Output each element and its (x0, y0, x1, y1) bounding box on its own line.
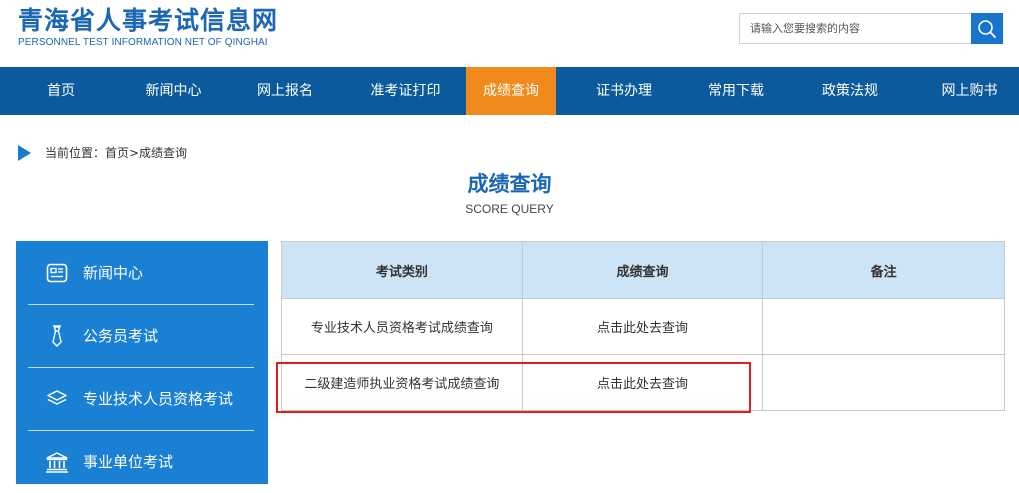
institution-icon (44, 450, 70, 474)
nav-item-policies[interactable]: 政策法规 (780, 67, 920, 115)
sidebar-item-label: 事业单位考试 (83, 453, 174, 471)
col-header-category: 考试类别 (281, 241, 523, 299)
nav-item-news[interactable]: 新闻中心 (122, 67, 225, 115)
sidebar-item-professional-qualification[interactable]: 专业技术人员资格考试 (16, 367, 268, 430)
search-input[interactable] (740, 14, 971, 43)
nav-item-certificate[interactable]: 证书办理 (556, 67, 692, 115)
header: 青海省人事考试信息网 PERSONNEL TEST INFORMATION NE… (0, 0, 1019, 67)
nav-item-buy-books[interactable]: 网上购书 (920, 67, 1019, 115)
table-row: 专业技术人员资格考试成绩查询 点击此处去查询 (281, 298, 1005, 355)
page-title: 成绩查询 (467, 172, 552, 196)
table-header-row: 考试类别 成绩查询 备注 (281, 241, 1005, 299)
row-query-link[interactable]: 点击此处去查询 (521, 354, 764, 411)
score-query-table: 考试类别 成绩查询 备注 专业技术人员资格考试成绩查询 点击此处去查询 二级建造… (281, 241, 1005, 411)
site-title: 青海省人事考试信息网 (18, 6, 279, 35)
breadcrumb-arrow-icon (18, 144, 31, 161)
search-button[interactable] (971, 13, 1003, 44)
sidebar-item-label: 专业技术人员资格考试 (83, 390, 234, 408)
main-nav: 首页 新闻中心 网上报名 准考证打印 成绩查询 证书办理 常用下载 政策法规 网… (0, 67, 1019, 115)
sidebar-item-civil-servant[interactable]: 公务员考试 (16, 304, 268, 367)
nav-item-home[interactable]: 首页 (0, 67, 122, 115)
table-row: 二级建造师执业资格考试成绩查询 点击此处去查询 (281, 354, 1005, 411)
breadcrumb-text: 当前位置：首页>成绩查询 (45, 146, 188, 160)
page-subtitle: SCORE QUERY (465, 202, 554, 216)
row-category: 二级建造师执业资格考试成绩查询 (281, 354, 523, 411)
layers-icon (44, 387, 70, 411)
row-note (762, 354, 1005, 411)
row-category: 专业技术人员资格考试成绩查询 (281, 298, 523, 355)
nav-item-score-query[interactable]: 成绩查询 (466, 67, 556, 115)
site-logo[interactable]: 青海省人事考试信息网 PERSONNEL TEST INFORMATION NE… (18, 6, 278, 48)
site-subtitle: PERSONNEL TEST INFORMATION NET OF QINGHA… (18, 37, 268, 48)
search-icon (978, 19, 996, 38)
row-note (762, 298, 1005, 355)
nav-item-admission-ticket[interactable]: 准考证打印 (345, 67, 466, 115)
row-query-link[interactable]: 点击此处去查询 (521, 298, 764, 355)
breadcrumb: 当前位置：首页>成绩查询 (18, 144, 187, 161)
col-header-note: 备注 (762, 241, 1005, 299)
news-icon (44, 261, 70, 285)
sidebar-item-news[interactable]: 新闻中心 (16, 241, 268, 304)
sidebar-item-label: 新闻中心 (83, 264, 144, 282)
sidebar-item-label: 公务员考试 (83, 327, 159, 345)
sidebar: 新闻中心 公务员考试 专业技术人员资格考试 事业单位考试 (16, 241, 268, 484)
nav-item-downloads[interactable]: 常用下载 (692, 67, 780, 115)
search-box (739, 13, 1003, 44)
tie-icon (44, 324, 70, 348)
nav-item-registration[interactable]: 网上报名 (225, 67, 345, 115)
col-header-query: 成绩查询 (521, 241, 764, 299)
